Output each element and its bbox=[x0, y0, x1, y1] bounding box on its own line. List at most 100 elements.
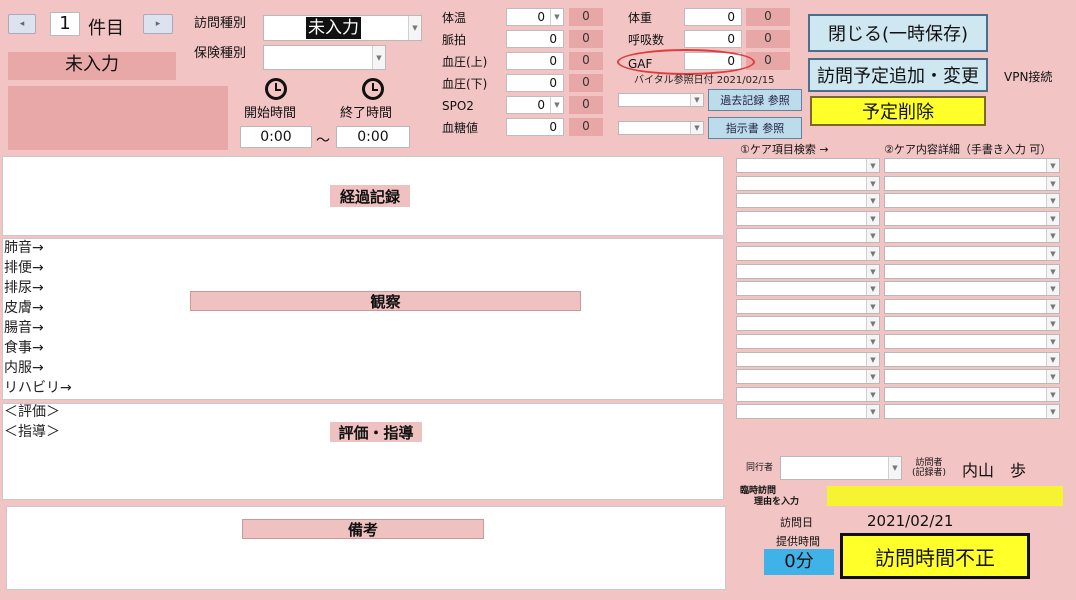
vital-ref-date: バイタル参照日付 2021/02/15 bbox=[634, 71, 774, 86]
service-time-label: 提供時間 bbox=[776, 535, 820, 548]
care-detail-select[interactable]: ▼ bbox=[884, 264, 1060, 279]
care-search-select[interactable]: ▼ bbox=[736, 158, 880, 173]
chevron-down-icon: ▼ bbox=[1046, 212, 1059, 225]
chevron-down-icon: ▼ bbox=[866, 212, 879, 225]
chevron-down-icon: ▼ bbox=[1046, 353, 1059, 366]
end-time-input[interactable]: 0:00 bbox=[336, 126, 410, 148]
chevron-down-icon: ▼ bbox=[866, 335, 879, 348]
care-detail-select[interactable]: ▼ bbox=[884, 246, 1060, 261]
start-time-input[interactable]: 0:00 bbox=[240, 126, 312, 148]
care-detail-select[interactable]: ▼ bbox=[884, 404, 1060, 419]
evaluation-panel[interactable] bbox=[2, 403, 724, 500]
vital-label-pulse: 脈拍 bbox=[442, 33, 467, 47]
care-search-select[interactable]: ▼ bbox=[736, 369, 880, 384]
chevron-down-icon: ▼ bbox=[690, 122, 703, 134]
companion-label: 同行者 bbox=[746, 463, 774, 473]
observation-panel[interactable] bbox=[2, 238, 724, 400]
insurance-type-label: 保険種別 bbox=[194, 46, 247, 61]
chevron-down-icon: ▼ bbox=[690, 94, 703, 106]
chevron-down-icon: ▼ bbox=[866, 194, 879, 207]
chevron-down-icon: ▼ bbox=[866, 317, 879, 330]
care-search-select[interactable]: ▼ bbox=[736, 176, 880, 191]
care-search-select[interactable]: ▼ bbox=[736, 404, 880, 419]
instructions-button[interactable]: 指示書 参照 bbox=[708, 117, 802, 139]
care-detail-select[interactable]: ▼ bbox=[884, 369, 1060, 384]
vital-prev-pulse: 0 bbox=[569, 30, 603, 48]
chevron-down-icon: ▼ bbox=[1046, 300, 1059, 313]
vital-prev-weight: 0 bbox=[746, 8, 790, 26]
evaluation-lines: ＜評価＞ ＜指導＞ bbox=[4, 402, 60, 442]
observation-item: リハビリ→ bbox=[4, 380, 72, 396]
care-search-select[interactable]: ▼ bbox=[736, 281, 880, 296]
visitor-label: 訪問者 (記録者) bbox=[912, 458, 946, 478]
care-detail-select[interactable]: ▼ bbox=[884, 387, 1060, 402]
vital-input-weight[interactable]: 0 bbox=[684, 8, 742, 26]
care-detail-select[interactable]: ▼ bbox=[884, 176, 1060, 191]
vital-input-bp-low[interactable]: 0 bbox=[506, 74, 564, 92]
vital-prev-glucose: 0 bbox=[569, 118, 603, 136]
chevron-down-icon: ▼ bbox=[866, 159, 879, 172]
chevron-down-icon: ▼ bbox=[1046, 388, 1059, 401]
care-detail-select[interactable]: ▼ bbox=[884, 299, 1060, 314]
vital-input-pulse[interactable]: 0 bbox=[506, 30, 564, 48]
chevron-down-icon: ▼ bbox=[1046, 370, 1059, 383]
status-badge: 未入力 bbox=[8, 52, 176, 80]
observation-item: 腸音→ bbox=[4, 320, 44, 336]
observation-title: 観察 bbox=[190, 291, 581, 311]
vital-input-resp[interactable]: 0 bbox=[684, 30, 742, 48]
schedule-button[interactable]: 訪問予定追加・変更 bbox=[808, 58, 988, 92]
care-search-select[interactable]: ▼ bbox=[736, 193, 880, 208]
chevron-down-icon: ▼ bbox=[1046, 317, 1059, 330]
care-search-select[interactable]: ▼ bbox=[736, 228, 880, 243]
record-count-field[interactable]: 1 bbox=[50, 12, 80, 36]
close-save-button[interactable]: 閉じる(一時保存) bbox=[808, 14, 988, 52]
observation-item: 肺音→ bbox=[4, 240, 44, 256]
care-search-select[interactable]: ▼ bbox=[736, 299, 880, 314]
chevron-down-icon: ▼ bbox=[372, 46, 385, 69]
observation-item: 食事→ bbox=[4, 340, 44, 356]
temp-visit-label-line1: 臨時訪問 bbox=[740, 486, 777, 496]
observation-item: 排便→ bbox=[4, 260, 44, 276]
chevron-down-icon: ▼ bbox=[1046, 405, 1059, 418]
observation-item: 排尿→ bbox=[4, 280, 44, 296]
care-search-select[interactable]: ▼ bbox=[736, 264, 880, 279]
care-detail-select[interactable]: ▼ bbox=[884, 211, 1060, 226]
observation-item: 内服→ bbox=[4, 360, 44, 376]
vpn-label[interactable]: VPN接続 bbox=[1004, 68, 1052, 85]
care-detail-select[interactable]: ▼ bbox=[884, 334, 1060, 349]
care-detail-select[interactable]: ▼ bbox=[884, 352, 1060, 367]
care-search-select[interactable]: ▼ bbox=[736, 387, 880, 402]
past-records-button[interactable]: 過去記録 参照 bbox=[708, 89, 802, 111]
chevron-down-icon: ▼ bbox=[888, 457, 901, 479]
vital-prev-resp: 0 bbox=[746, 30, 790, 48]
care-detail-select[interactable]: ▼ bbox=[884, 316, 1060, 331]
care-detail-select[interactable]: ▼ bbox=[884, 193, 1060, 208]
care-search-select[interactable]: ▼ bbox=[736, 352, 880, 367]
chevron-down-icon: ▼ bbox=[866, 300, 879, 313]
prev-record-button[interactable]: ◂ bbox=[8, 14, 36, 34]
chevron-down-icon: ▼ bbox=[866, 353, 879, 366]
chevron-down-icon: ▼ bbox=[1046, 229, 1059, 242]
delete-schedule-button[interactable]: 予定削除 bbox=[810, 96, 986, 126]
care-search-select[interactable]: ▼ bbox=[736, 211, 880, 226]
chevron-down-icon: ▼ bbox=[866, 247, 879, 260]
care-search-select[interactable]: ▼ bbox=[736, 246, 880, 261]
companion-select[interactable]: ▼ bbox=[780, 456, 902, 480]
care-search-select[interactable]: ▼ bbox=[736, 316, 880, 331]
instruction-select[interactable]: ▼ bbox=[618, 121, 704, 135]
care-detail-select[interactable]: ▼ bbox=[884, 158, 1060, 173]
insurance-type-select[interactable]: ▼ bbox=[263, 45, 386, 70]
vital-input-glucose[interactable]: 0 bbox=[506, 118, 564, 136]
vital-input-spo2[interactable]: 0 ▼ bbox=[506, 96, 564, 114]
care-search-select[interactable]: ▼ bbox=[736, 334, 880, 349]
temp-visit-reason-input[interactable] bbox=[827, 486, 1063, 506]
chevron-down-icon: ▼ bbox=[866, 177, 879, 190]
care-detail-select[interactable]: ▼ bbox=[884, 281, 1060, 296]
next-record-button[interactable]: ▸ bbox=[143, 14, 173, 34]
care-detail-select[interactable]: ▼ bbox=[884, 228, 1060, 243]
vital-input-temp[interactable]: 0 ▼ bbox=[506, 8, 564, 26]
visit-type-select[interactable]: 未入力 ▼ bbox=[263, 15, 422, 41]
past-record-select[interactable]: ▼ bbox=[618, 93, 704, 107]
vital-input-bp-high[interactable]: 0 bbox=[506, 52, 564, 70]
clock-icon bbox=[265, 78, 287, 100]
